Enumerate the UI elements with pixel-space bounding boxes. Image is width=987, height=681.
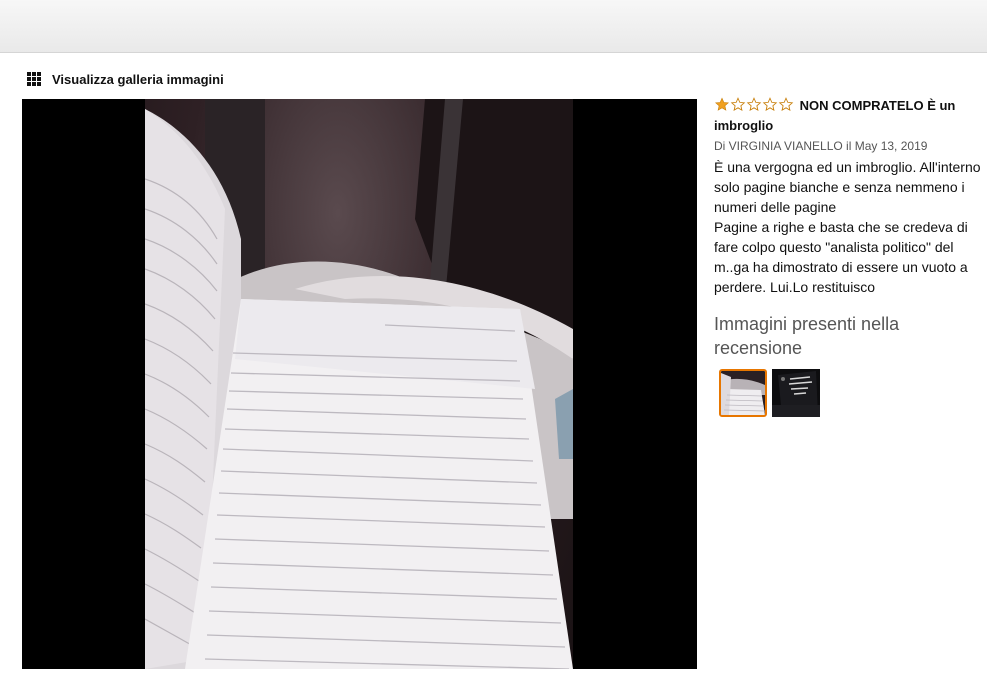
image-viewer[interactable]: [22, 99, 697, 669]
star-empty-icon: [762, 97, 778, 112]
star-filled-icon: [714, 97, 730, 111]
thumbnail-book-cover[interactable]: [772, 369, 820, 417]
review-body-paragraph: È una vergogna ed un imbroglio. All'inte…: [714, 159, 981, 215]
view-gallery-label: Visualizza galleria immagini: [52, 71, 224, 87]
thumbnail-open-notebook[interactable]: [719, 369, 767, 417]
review-byline: Di VIRGINIA VIANELLO il May 13, 2019: [714, 139, 928, 153]
star-empty-icon: [778, 97, 794, 112]
review-panel: NON COMPRATELO È un imbroglio Di VIRGINI…: [714, 96, 986, 417]
star-empty-icon: [730, 97, 746, 112]
star-rating: [714, 97, 794, 112]
review-body-paragraph: Pagine a righe e basta che se credeva di…: [714, 219, 968, 295]
star-empty-icon: [746, 97, 762, 112]
review-thumbnails: [719, 369, 986, 417]
review-images-heading: Immagini presenti nella recensione: [714, 314, 900, 358]
review-header: NON COMPRATELO È un imbroglio: [714, 96, 986, 136]
review-photo-open-notebook: [145, 99, 573, 669]
top-bar: [0, 0, 987, 53]
view-gallery-link[interactable]: Visualizza galleria immagini: [27, 70, 224, 88]
review-body: È una vergogna ed un imbroglio. All'inte…: [714, 157, 986, 297]
grid-icon: [27, 72, 41, 86]
